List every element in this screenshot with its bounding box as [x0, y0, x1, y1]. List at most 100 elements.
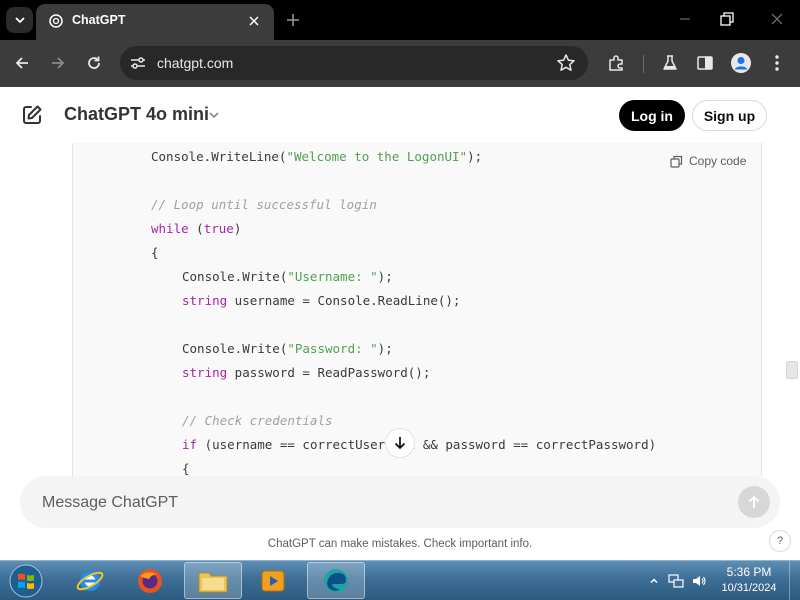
toolbar-divider [643, 55, 644, 73]
flask-icon [663, 55, 677, 70]
browser-tabstrip: ChatGPT [0, 0, 800, 40]
taskbar-clock-time[interactable]: 5:36 PM [718, 565, 780, 579]
code-token-kw: if [182, 437, 198, 452]
chevron-down-icon[interactable] [207, 108, 221, 122]
code-line: string password = ReadPassword(); [182, 365, 430, 387]
copy-code-label: Copy code [689, 154, 747, 168]
labs-button[interactable] [659, 52, 681, 74]
star-icon[interactable] [556, 53, 576, 73]
code-block: Copy code Console.WriteLine("Welcome to … [72, 143, 762, 476]
message-composer [20, 476, 780, 528]
side-panel-button[interactable] [694, 52, 716, 74]
code-token-plain: ); [377, 269, 393, 284]
tab-title: ChatGPT [72, 13, 126, 27]
taskbar-firefox[interactable] [121, 562, 179, 599]
tab-close-button[interactable] [244, 11, 264, 31]
code-token-kw: string [182, 293, 228, 308]
code-token-cmt: // Loop until successful login [151, 197, 377, 212]
code-token-plain: password = ReadPassword(); [227, 365, 431, 380]
help-button[interactable]: ? [769, 530, 791, 552]
send-button[interactable] [738, 486, 770, 518]
code-token-str: "Username: " [287, 269, 378, 284]
code-line: Console.Write("Password: "); [182, 341, 393, 363]
network-tray-icon[interactable] [667, 572, 685, 590]
arrow-up-icon [748, 495, 760, 508]
copy-icon [670, 155, 683, 168]
code-line: if (username == correctUsername && passw… [182, 437, 656, 459]
signup-button[interactable]: Sign up [692, 100, 767, 131]
code-line: Console.WriteLine("Welcome to the LogonU… [151, 149, 482, 171]
code-token-plain: ); [377, 341, 393, 356]
code-token-plain: ) [233, 221, 242, 236]
windows-taskbar [0, 560, 800, 600]
close-icon [249, 16, 259, 26]
code-token-plain: (username == correctUsername && password… [197, 437, 657, 452]
scroll-to-bottom-button[interactable] [385, 428, 415, 458]
firefox-icon [138, 568, 162, 593]
puzzle-icon [609, 55, 623, 71]
login-button[interactable]: Log in [619, 100, 685, 131]
new-chat-icon[interactable] [20, 103, 44, 127]
browser-toolbar: chatgpt.com [0, 40, 800, 87]
chevron-down-icon [14, 17, 25, 24]
code-line: { [151, 245, 159, 267]
code-token-plain: username = Console.ReadLine(); [227, 293, 461, 308]
reload-icon [88, 56, 100, 69]
side-panel-icon [697, 56, 713, 70]
network-icon [668, 574, 684, 588]
taskbar-edge-browser[interactable] [307, 562, 365, 599]
model-selector[interactable]: ChatGPT 4o mini [64, 104, 209, 125]
close-icon [771, 13, 783, 25]
chevron-up-icon [650, 578, 658, 584]
code-token-plain: ); [467, 149, 483, 164]
restore-icon [720, 12, 734, 26]
chat-header: ChatGPT 4o mini Log in Sign up [0, 87, 800, 143]
page-scrollbar-thumb[interactable] [786, 361, 798, 379]
extensions-button[interactable] [605, 52, 627, 74]
start-button[interactable] [6, 562, 46, 600]
window-restore-button[interactable] [716, 8, 738, 30]
url-text: chatgpt.com [157, 55, 234, 71]
code-token-plain: Console.Write( [182, 341, 288, 356]
arrow-right-icon [52, 57, 65, 69]
plus-icon [287, 14, 299, 26]
browser-tab-chatgpt[interactable]: ChatGPT [36, 4, 274, 40]
code-token-plain: { [151, 245, 159, 260]
address-bar[interactable]: chatgpt.com [120, 46, 588, 80]
code-token-str: "Welcome to the LogonUI" [286, 149, 468, 164]
code-line: string username = Console.ReadLine(); [182, 293, 460, 315]
browser-menu-button[interactable] [766, 52, 788, 74]
volume-tray-icon[interactable] [690, 572, 708, 590]
show-desktop-button[interactable] [789, 561, 800, 600]
arrow-left-icon [15, 57, 28, 69]
windows-logo-icon [9, 564, 43, 598]
code-line: // Check credentials [182, 413, 333, 435]
site-settings-icon[interactable] [129, 54, 147, 72]
taskbar-file-explorer[interactable] [184, 562, 242, 599]
taskbar-clock-date[interactable]: 10/31/2024 [714, 582, 784, 594]
edge-browser-icon [324, 568, 348, 593]
openai-logo-icon [49, 14, 63, 28]
disclaimer-text: ChatGPT can make mistakes. Check importa… [267, 538, 533, 550]
taskbar-internet-explorer[interactable] [61, 562, 119, 599]
copy-code-button[interactable]: Copy code [670, 152, 746, 170]
code-token-plain: ( [188, 221, 204, 236]
code-line: { [182, 461, 190, 476]
media-player-icon [261, 570, 285, 591]
forward-button[interactable] [46, 51, 70, 75]
code-line: Console.Write("Username: "); [182, 269, 393, 291]
reload-button[interactable] [82, 51, 106, 75]
profile-button[interactable] [730, 52, 752, 74]
code-token-cmt: // Check credentials [182, 413, 333, 428]
back-button[interactable] [10, 51, 34, 75]
window-close-button[interactable] [766, 8, 788, 30]
tab-search-button[interactable] [6, 7, 33, 33]
new-tab-button[interactable] [282, 9, 304, 31]
message-input[interactable] [42, 492, 722, 514]
window-minimize-button[interactable] [674, 8, 696, 30]
more-vertical-icon [775, 55, 779, 71]
folder-icon [198, 572, 228, 592]
taskbar-media-player[interactable] [244, 562, 302, 599]
code-token-plain: Console.Write( [182, 269, 288, 284]
show-hidden-icons-button[interactable] [645, 572, 663, 590]
